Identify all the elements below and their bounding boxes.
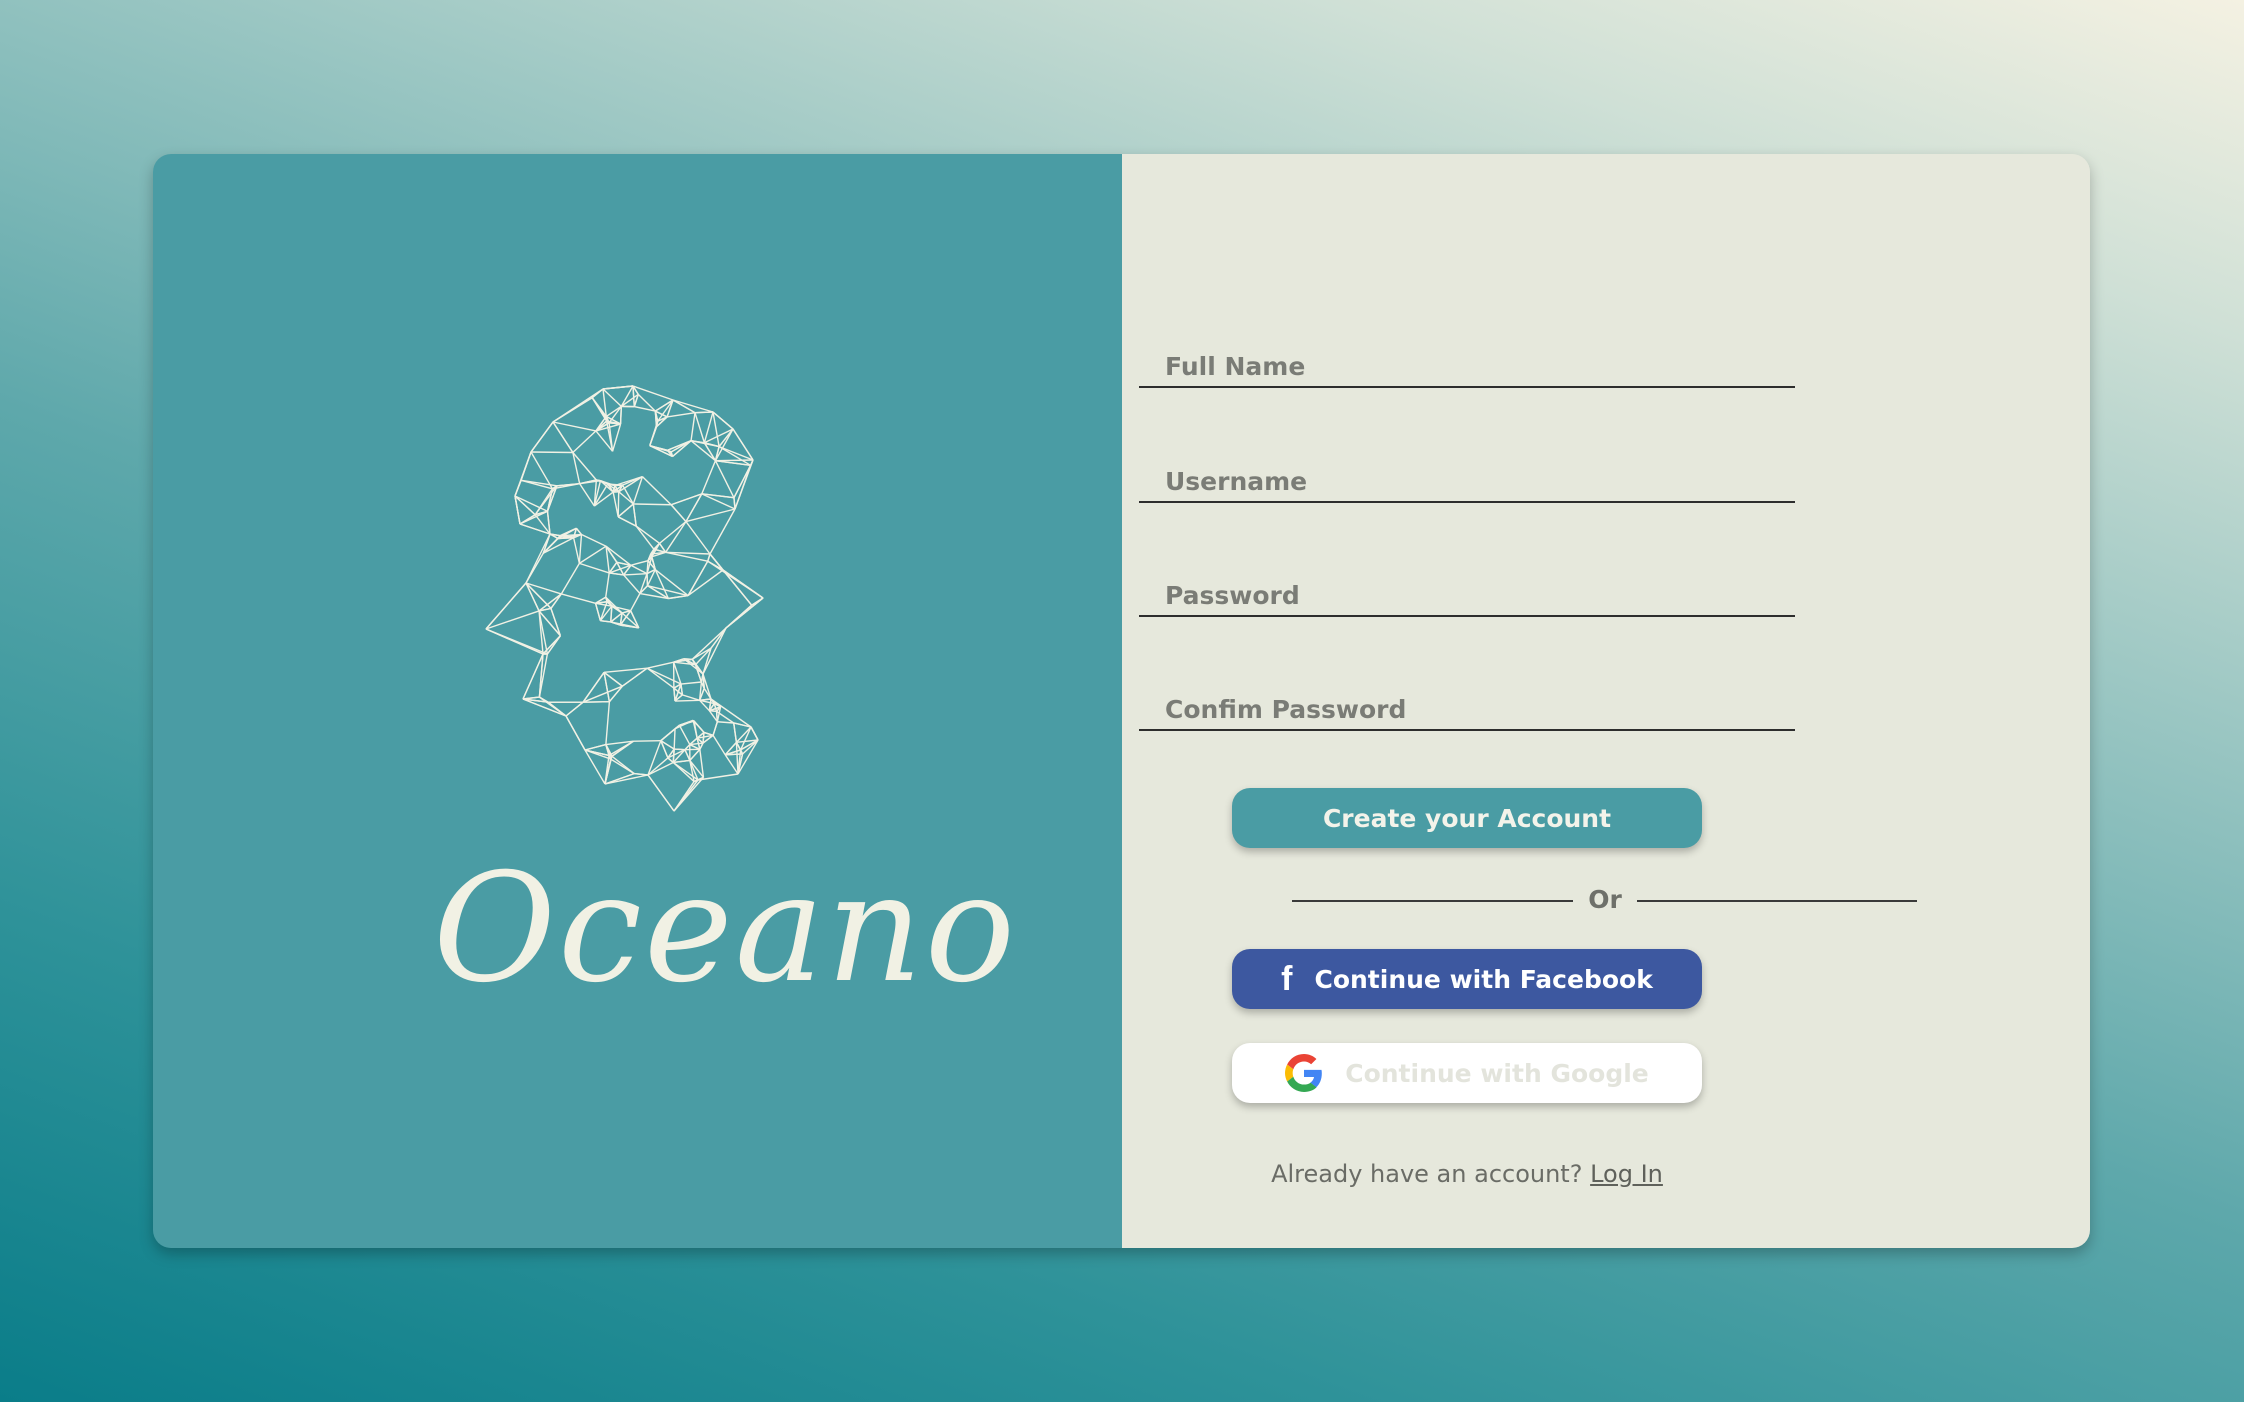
divider-left	[1292, 900, 1573, 902]
continue-google-label: Continue with Google	[1345, 1058, 1649, 1088]
facebook-icon: f	[1281, 960, 1293, 998]
create-account-label: Create your Account	[1322, 803, 1612, 833]
full-name-input[interactable]	[1139, 346, 1795, 386]
full-name-field	[1139, 346, 1795, 388]
username-input[interactable]	[1139, 461, 1795, 501]
confirm-password-field	[1139, 689, 1795, 731]
password-input[interactable]	[1139, 575, 1795, 615]
password-field	[1139, 575, 1795, 617]
login-link[interactable]: Log In	[1590, 1160, 1663, 1188]
username-field	[1139, 461, 1795, 503]
login-prompt-text: Already have an account?	[1271, 1160, 1583, 1188]
signup-card: Oceano	[153, 154, 2090, 1248]
continue-facebook-label: Continue with Facebook	[1314, 964, 1653, 994]
divider-or-label: Or	[1588, 885, 1622, 914]
continue-facebook-button[interactable]: f Continue with Facebook	[1232, 949, 1702, 1009]
brand-wordmark: Oceano	[433, 842, 1018, 1016]
create-account-button[interactable]: Create your Account	[1232, 788, 1702, 848]
polygon-mesh-icon	[485, 385, 764, 812]
brand-panel: Oceano	[153, 154, 1122, 1248]
login-prompt: Already have an account? Log In	[1232, 1160, 1702, 1188]
divider-right	[1637, 900, 1917, 902]
google-icon	[1285, 1054, 1323, 1092]
confirm-password-input[interactable]	[1139, 689, 1795, 729]
continue-google-button[interactable]: Continue with Google	[1232, 1043, 1702, 1103]
